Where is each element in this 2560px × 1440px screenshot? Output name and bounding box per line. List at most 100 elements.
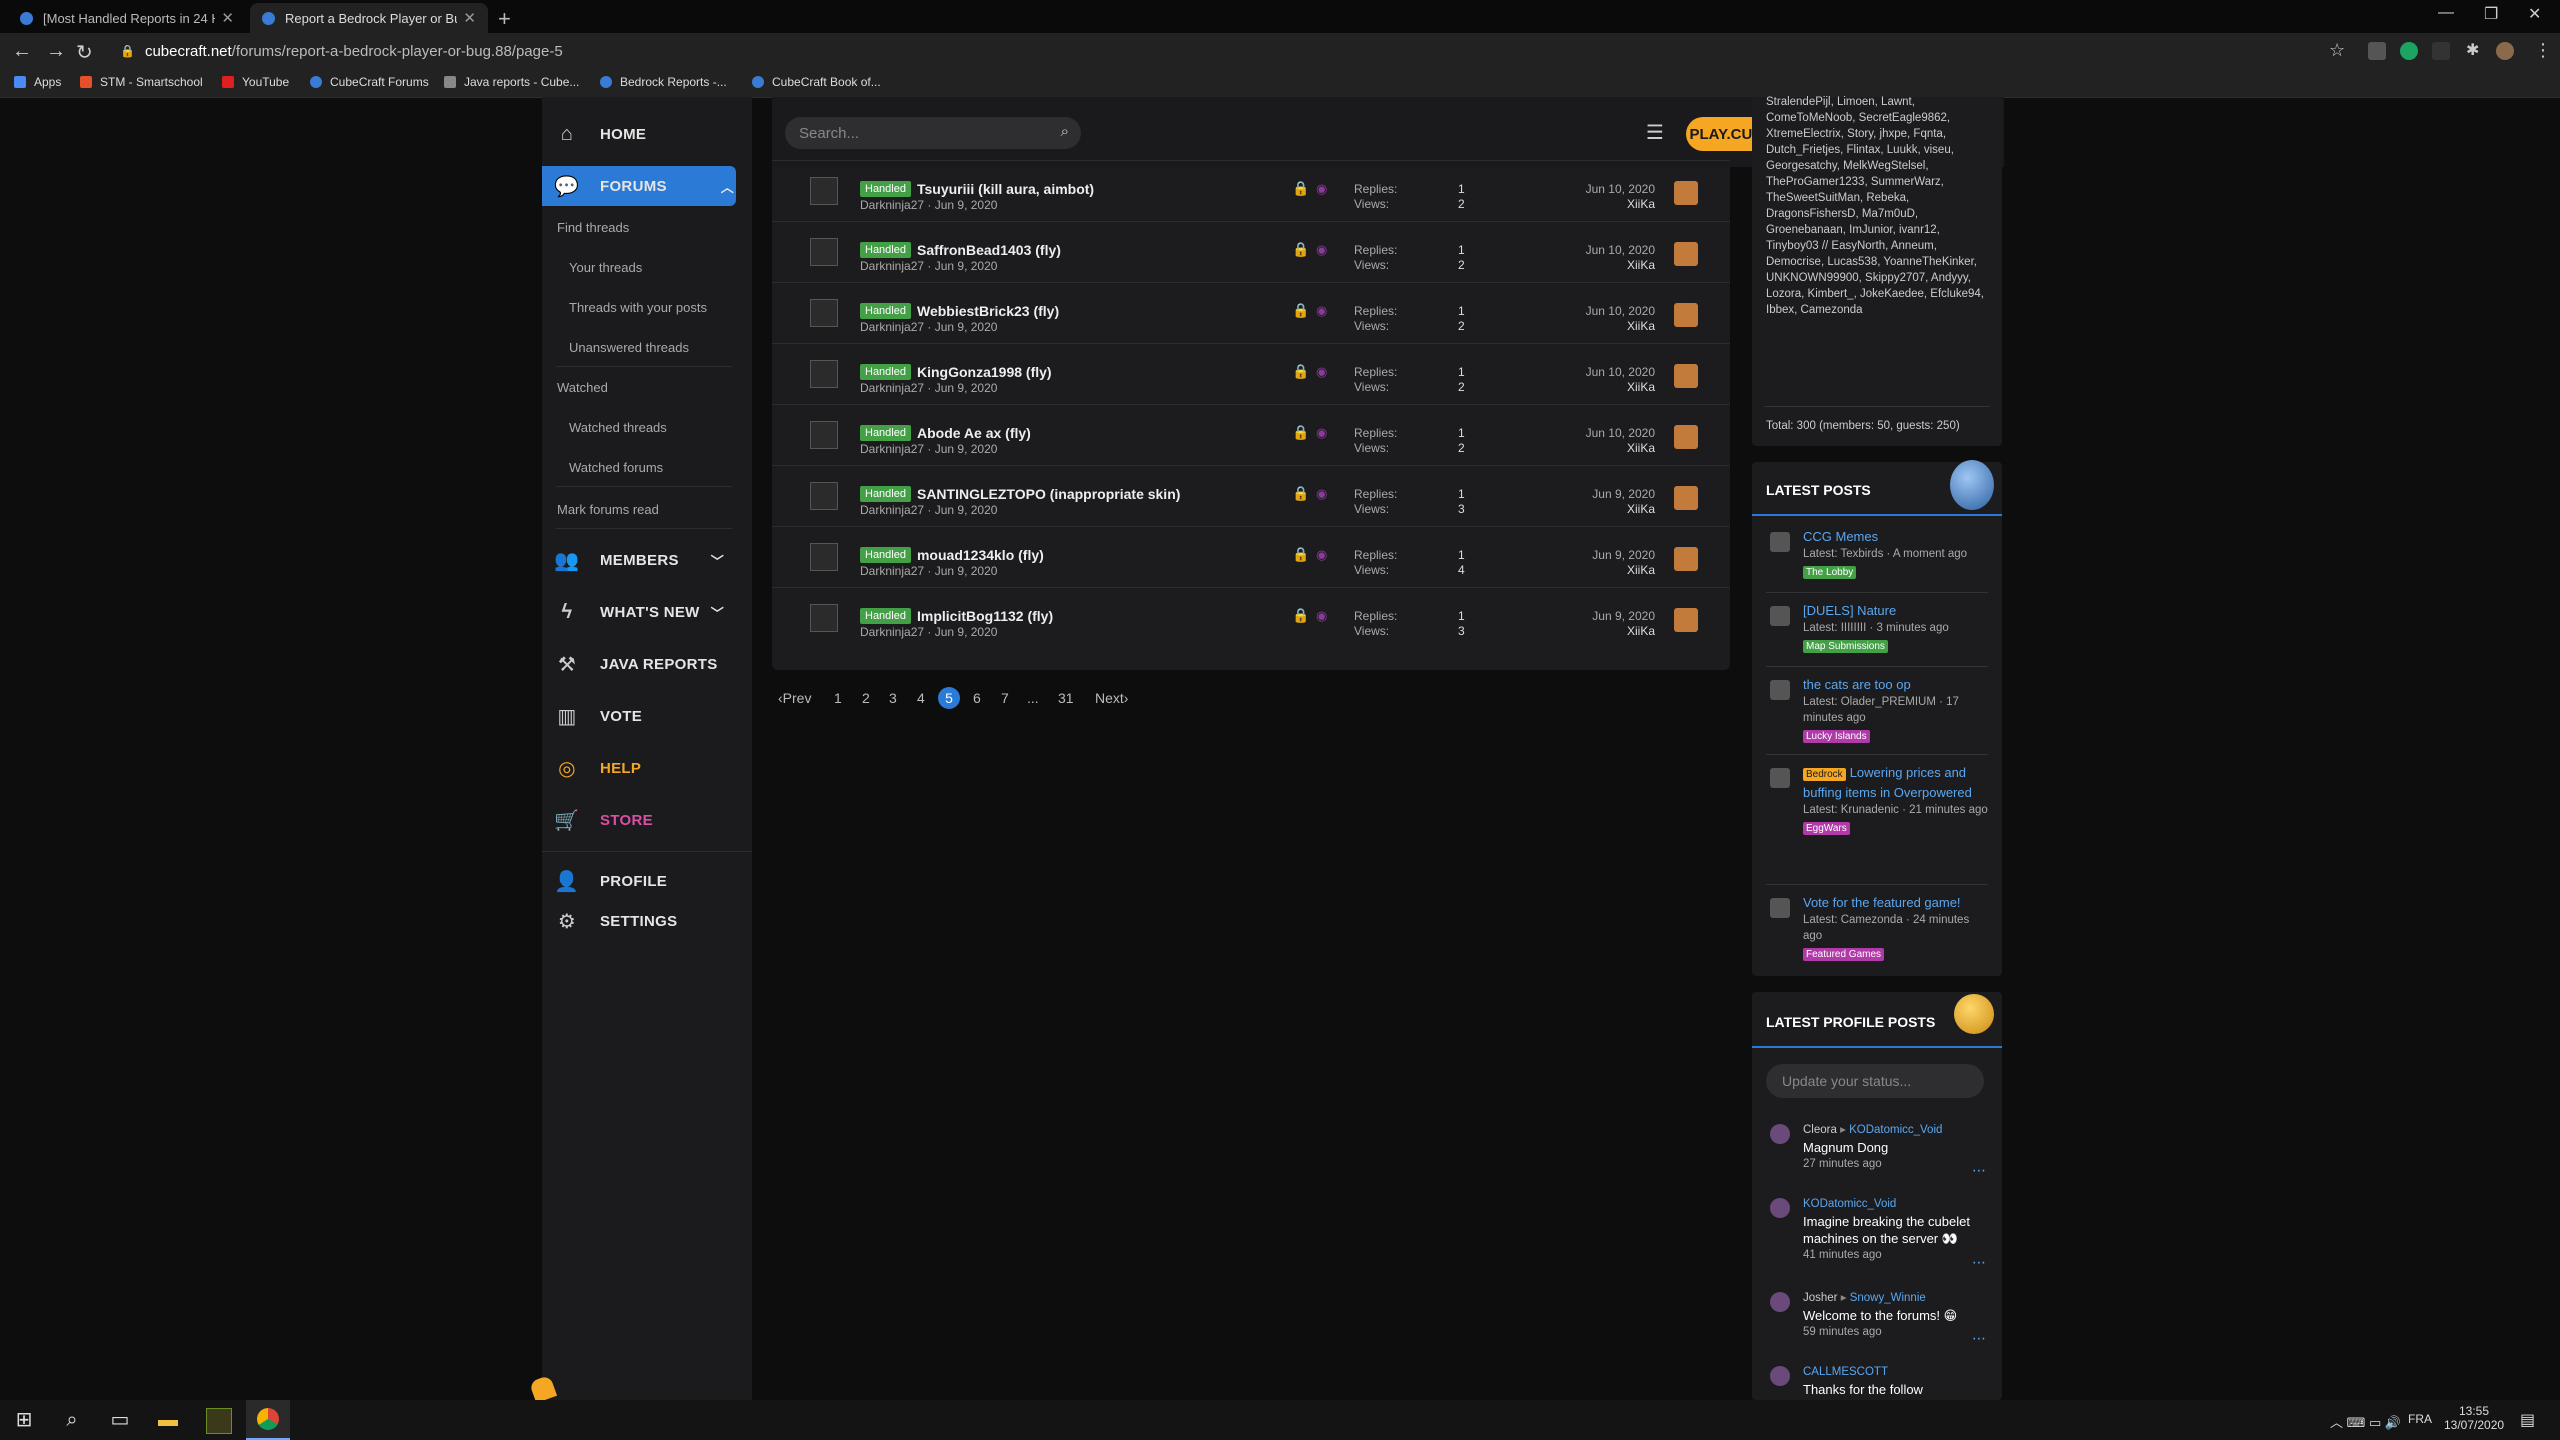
current-page[interactable]: 5 [938,687,960,709]
online-members-line[interactable]: TheSweetSuitMan, Rebeka, [1766,190,1990,206]
latest-post-title-link[interactable]: [DUELS] Nature [1803,603,1896,618]
online-members-line[interactable]: Georgesatchy, MelkWegStelsel, [1766,158,1990,174]
handled-prefix-badge[interactable]: Handled [860,547,911,563]
bookmark-cubecraft-book[interactable]: CubeCraft Book of... [752,75,881,89]
more-options-icon[interactable]: ⋯ [1972,1254,1986,1271]
online-members-line[interactable]: StralendePijl, Limoen, Lawnt, [1766,94,1990,110]
online-members-line[interactable]: ComeToMeNoob, SecretEagle9862, [1766,110,1990,126]
thread-title-link[interactable]: KingGonza1998 (fly) [917,364,1052,380]
last-post-date[interactable]: Jun 10, 2020 [1535,426,1655,440]
poster-name-link[interactable]: Josher [1803,1292,1838,1304]
tab-bedrock-reports[interactable]: Report a Bedrock Player or Bug | ✕ [250,3,488,33]
search-input[interactable]: Search... ⌕ [785,117,1081,149]
nav-members[interactable]: 👥 MEMBERS ﹀ [554,540,724,580]
minimize-icon[interactable]: — [2438,4,2454,22]
thread-title-link[interactable]: mouad1234klo (fly) [917,547,1044,563]
handled-prefix-badge[interactable]: Handled [860,425,911,441]
online-members-line[interactable]: Democrise, Lucas538, YoanneTheKinker, [1766,254,1990,270]
thread-author-link[interactable]: Darkninja27 [860,320,924,334]
prev-page-link[interactable]: ‹Prev [778,690,811,706]
nav-home[interactable]: ⌂ HOME [554,114,646,154]
poster-avatar[interactable] [1770,898,1790,918]
nav-whats-new[interactable]: ϟ WHAT'S NEW ﹀ [554,592,724,632]
reload-icon[interactable]: ↻ [76,40,93,65]
more-options-icon[interactable]: ⋯ [1972,1162,1986,1179]
thread-title-link[interactable]: Abode Ae ax (fly) [917,425,1031,441]
thread-author-link[interactable]: Darkninja27 [860,564,924,578]
last-post-date[interactable]: Jun 10, 2020 [1535,304,1655,318]
close-tab-icon[interactable]: ✕ [221,9,234,27]
thread-author-link[interactable]: Darkninja27 [860,198,924,212]
thread-starter-avatar[interactable] [810,360,838,388]
last-post-date[interactable]: Jun 10, 2020 [1535,182,1655,196]
thread-author-link[interactable]: Darkninja27 [860,259,924,273]
handled-prefix-badge[interactable]: Handled [860,364,911,380]
nav-java-reports[interactable]: ⚒ JAVA REPORTS [554,644,718,684]
last-poster-link[interactable]: XiiKa [1535,441,1655,455]
nav-forums[interactable]: 💬 FORUMS ︿ [554,166,734,206]
page-link[interactable]: 4 [917,690,925,706]
online-members-line[interactable]: XtremeElectrix, Story, jhxpe, Fqnta, [1766,126,1990,142]
watched-threads-link[interactable]: Watched threads [569,420,667,435]
bookmark-star-icon[interactable]: ☆ [2329,40,2345,61]
handled-prefix-badge[interactable]: Handled [860,181,911,197]
bookmark-smartschool[interactable]: STM - Smartschool [80,75,203,89]
nav-profile[interactable]: 👤 PROFILE [554,861,667,901]
poster-avatar[interactable] [1770,532,1790,552]
last-poster-link[interactable]: XiiKa [1535,624,1655,638]
thread-starter-avatar[interactable] [810,543,838,571]
nav-vote[interactable]: ▥ VOTE [554,696,642,736]
latest-post-title-link[interactable]: the cats are too op [1803,677,1911,692]
page-link[interactable]: 6 [973,690,981,706]
forum-node-badge[interactable]: Map Submissions [1803,640,1888,653]
notifications-icon[interactable]: ▤ [2520,1410,2535,1430]
extensions-puzzle-icon[interactable]: ✱ [2466,40,2479,60]
forum-node-badge[interactable]: EggWars [1803,822,1850,835]
threads-with-posts-link[interactable]: Threads with your posts [569,300,707,315]
chevron-up-icon[interactable]: ︿ [721,177,734,196]
address-bar[interactable]: 🔒 cubecraft.net/forums/report-a-bedrock-… [110,38,2330,64]
page-link[interactable]: 2 [862,690,870,706]
extension-icon[interactable] [2368,42,2386,60]
list-icon[interactable]: ☰ [1646,120,1664,145]
chevron-down-icon[interactable]: ﹀ [711,551,724,570]
nav-help[interactable]: ◎ HELP [554,748,641,788]
thread-starter-avatar[interactable] [810,604,838,632]
last-poster-link[interactable]: XiiKa [1535,319,1655,333]
page-ellipsis[interactable]: ... [1027,690,1039,706]
thread-title-link[interactable]: WebbiestBrick23 (fly) [917,303,1059,319]
poster-avatar[interactable] [1770,680,1790,700]
last-poster-avatar[interactable] [1674,303,1698,327]
more-options-icon[interactable]: ⋯ [1972,1330,1986,1347]
handled-prefix-badge[interactable]: Handled [860,303,911,319]
bedrock-prefix-badge[interactable]: Bedrock [1803,768,1846,781]
tray-icons[interactable]: ︿ ⌨ ▭ 🔊 [2330,1412,2401,1431]
last-post-date[interactable]: Jun 10, 2020 [1535,243,1655,257]
latest-post-title-link[interactable]: CCG Memes [1803,529,1878,544]
thread-title-link[interactable]: Tsuyuriii (kill aura, aimbot) [917,181,1094,197]
thread-starter-avatar[interactable] [810,177,838,205]
poster-name-link[interactable]: KODatomicc_Void [1803,1198,1896,1210]
mark-forums-read-link[interactable]: Mark forums read [557,502,659,517]
next-page-link[interactable]: Next› [1095,690,1128,706]
poster-avatar[interactable] [1770,606,1790,626]
minecraft-icon[interactable] [206,1408,232,1434]
back-icon[interactable]: ← [12,40,32,63]
online-members-line[interactable]: Lozora, Kimbert_, JokeKaedee, Efcluke94, [1766,286,1990,302]
file-explorer-icon[interactable]: ▬ [156,1408,180,1432]
page-link[interactable]: 1 [834,690,842,706]
poster-avatar[interactable] [1770,1366,1790,1386]
last-poster-link[interactable]: XiiKa [1535,563,1655,577]
profile-post-time[interactable]: 27 minutes ago [1803,1156,1989,1173]
thread-title-link[interactable]: SANTINGLEZTOPO (inappropriate skin) [917,486,1180,502]
forum-node-badge[interactable]: Lucky Islands [1803,730,1870,743]
bookmark-cubecraft-forums[interactable]: CubeCraft Forums [310,75,429,89]
tab-most-handled[interactable]: [Most Handled Reports in 24 Ho ✕ [8,3,246,33]
recipient-name-link[interactable]: Snowy_Winnie [1850,1292,1926,1304]
latest-post-title-link[interactable]: Vote for the featured game! [1803,895,1961,910]
grammarly-icon[interactable] [2400,42,2418,60]
bookmark-apps[interactable]: Apps [14,75,61,89]
thread-author-link[interactable]: Darkninja27 [860,381,924,395]
last-poster-avatar[interactable] [1674,425,1698,449]
bookmark-bedrock-reports[interactable]: Bedrock Reports -... [600,75,727,89]
